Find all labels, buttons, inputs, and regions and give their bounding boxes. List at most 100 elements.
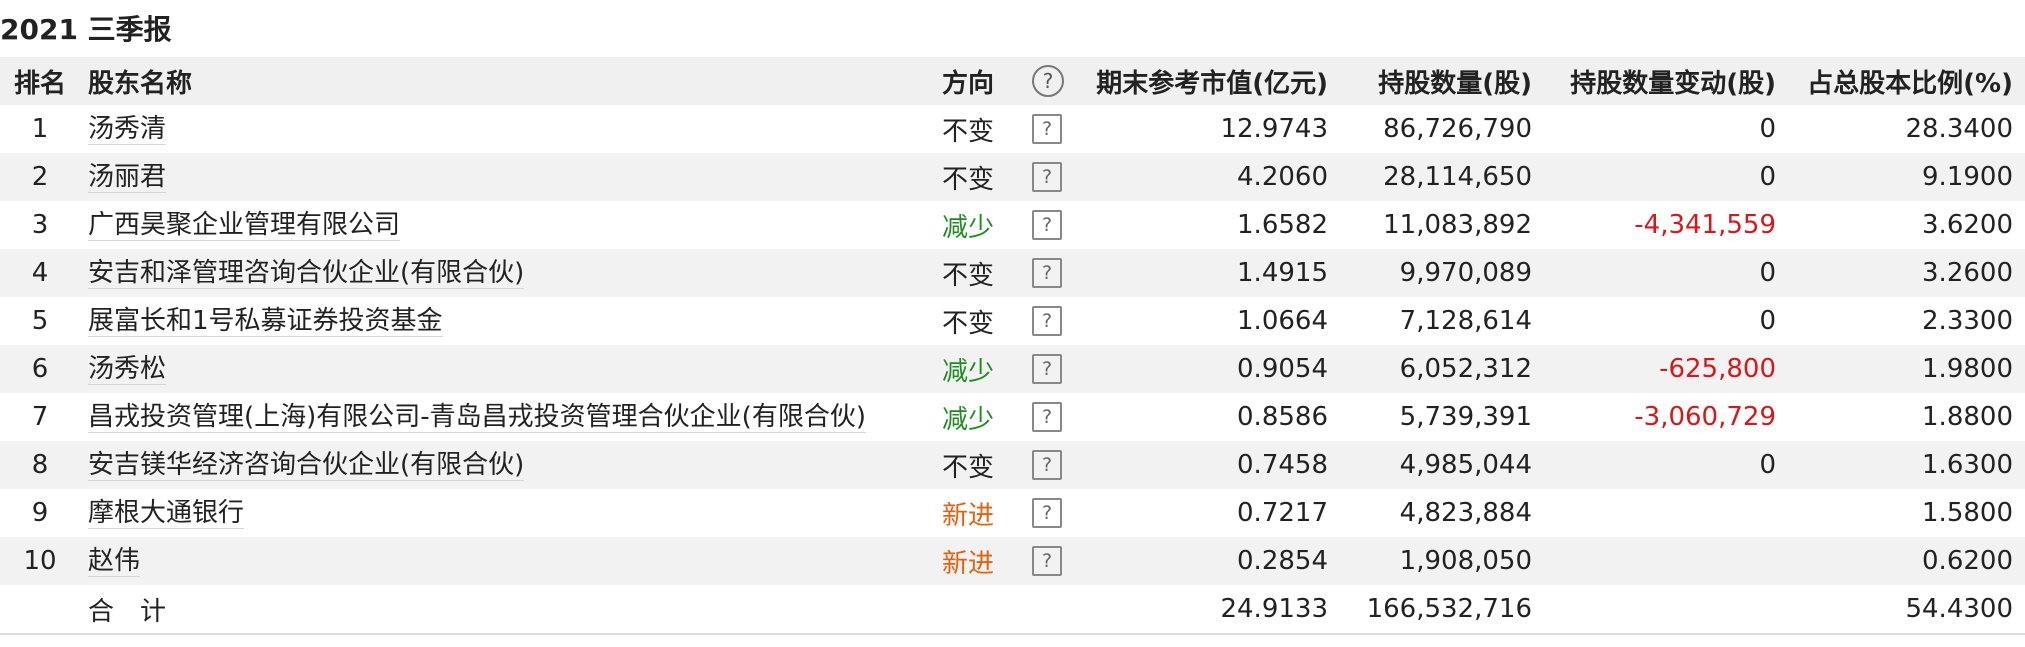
change-cell: 0: [1540, 153, 1784, 201]
holder-name-link[interactable]: 汤秀清: [88, 114, 167, 145]
direction-cell: 不变: [942, 249, 1020, 297]
market-value-cell: 0.7217: [1082, 489, 1340, 537]
shares-cell: 5,739,391: [1340, 393, 1540, 441]
ratio-cell: 1.6300: [1784, 441, 2025, 489]
ratio-cell: 28.3400: [1784, 105, 2025, 153]
market-value-cell: 0.2854: [1082, 537, 1340, 585]
holder-name-link[interactable]: 昌戎投资管理(上海)有限公司-青岛昌戎投资管理合伙企业(有限合伙): [88, 402, 866, 433]
table-row: 3 广西昊聚企业管理有限公司 减少? 1.6582 11,083,892 -4,341,5…: [0, 201, 2025, 249]
holder-name-cell: 广西昊聚企业管理有限公司: [80, 201, 942, 249]
holder-name-cell: 汤秀清: [80, 105, 942, 153]
help-icon[interactable]: ?: [1032, 114, 1062, 145]
shares-cell: 4,823,884: [1340, 489, 1540, 537]
holder-name-cell: 安吉镁华经济咨询合伙企业(有限合伙): [80, 441, 942, 489]
help-icon[interactable]: ?: [1032, 546, 1062, 577]
table-row: 2 汤丽君 不变? 4.2060 28,114,650 0 9.1900: [0, 153, 2025, 201]
direction-cell: 新进: [942, 489, 1020, 537]
total-row: 合 计 24.9133 166,532,716 54.4300: [0, 585, 2025, 635]
help-icon[interactable]: ?: [1032, 402, 1062, 433]
shares-cell: 28,114,650: [1340, 153, 1540, 201]
ratio-cell: 3.2600: [1784, 249, 2025, 297]
help-cell: ?: [1020, 153, 1082, 201]
ratio-cell: 3.6200: [1784, 201, 2025, 249]
holder-name-link[interactable]: 广西昊聚企业管理有限公司: [88, 210, 401, 241]
help-cell: ?: [1020, 537, 1082, 585]
header-rank: 排名: [0, 57, 80, 105]
ratio-cell: 2.3300: [1784, 297, 2025, 345]
rank-cell: 4: [0, 249, 80, 297]
shares-cell: 1,908,050: [1340, 537, 1540, 585]
table-row: 1 汤秀清 不变? 12.9743 86,726,790 0 28.3400: [0, 105, 2025, 153]
help-cell: ?: [1020, 249, 1082, 297]
direction-cell: 减少: [942, 345, 1020, 393]
holder-name-link[interactable]: 安吉和泽管理咨询合伙企业(有限合伙): [88, 258, 525, 289]
holder-name-cell: 安吉和泽管理咨询合伙企业(有限合伙): [80, 249, 942, 297]
shares-cell: 7,128,614: [1340, 297, 1540, 345]
total-label-text: 合 计: [88, 596, 167, 627]
ratio-cell: 1.8800: [1784, 393, 2025, 441]
market-value-cell: 0.7458: [1082, 441, 1340, 489]
help-circle-icon[interactable]: ?: [1032, 65, 1064, 97]
rank-cell: 8: [0, 441, 80, 489]
direction-cell: 不变: [942, 441, 1020, 489]
holder-name-cell: 昌戎投资管理(上海)有限公司-青岛昌戎投资管理合伙企业(有限合伙): [80, 393, 942, 441]
holder-name-cell: 摩根大通银行: [80, 489, 942, 537]
header-help-cell: ?: [1020, 57, 1082, 105]
help-icon[interactable]: ?: [1032, 354, 1062, 385]
help-icon[interactable]: ?: [1032, 210, 1062, 241]
help-icon[interactable]: ?: [1032, 306, 1062, 337]
market-value-cell: 1.4915: [1082, 249, 1340, 297]
help-icon[interactable]: ?: [1032, 450, 1062, 481]
ratio-cell: 1.5800: [1784, 489, 2025, 537]
change-cell: [1540, 537, 1784, 585]
market-value-cell: 0.9054: [1082, 345, 1340, 393]
shares-cell: 6,052,312: [1340, 345, 1540, 393]
direction-cell: 不变: [942, 105, 1020, 153]
holder-name-cell: 汤秀松: [80, 345, 942, 393]
total-rank-cell: [0, 585, 80, 635]
holder-name-cell: 赵伟: [80, 537, 942, 585]
direction-cell: 不变: [942, 153, 1020, 201]
header-direction: 方向: [942, 57, 1020, 105]
change-cell: -3,060,729: [1540, 393, 1784, 441]
direction-cell: 减少: [942, 393, 1020, 441]
rank-cell: 5: [0, 297, 80, 345]
total-shares: 166,532,716: [1340, 585, 1540, 635]
total-direction-cell: [942, 585, 1020, 635]
help-icon[interactable]: ?: [1032, 498, 1062, 529]
holder-name-link[interactable]: 展富长和1号私募证券投资基金: [88, 306, 443, 337]
table-row: 6 汤秀松 减少? 0.9054 6,052,312 -625,800 1.9800: [0, 345, 2025, 393]
table-row: 8 安吉镁华经济咨询合伙企业(有限合伙) 不变? 0.7458 4,985,044 0 1.…: [0, 441, 2025, 489]
shares-cell: 86,726,790: [1340, 105, 1540, 153]
help-icon[interactable]: ?: [1032, 258, 1062, 289]
shares-cell: 11,083,892: [1340, 201, 1540, 249]
total-label: 合 计: [80, 585, 942, 635]
help-cell: ?: [1020, 345, 1082, 393]
ratio-cell: 0.6200: [1784, 537, 2025, 585]
holder-name-link[interactable]: 安吉镁华经济咨询合伙企业(有限合伙): [88, 450, 525, 481]
change-cell: 0: [1540, 105, 1784, 153]
report-title: 2021 三季报: [0, 13, 172, 46]
top-shareholders-table: 排名 股东名称 方向 ? 期末参考市值(亿元) 持股数量(股) 持股数量变动(股…: [0, 57, 2025, 635]
help-cell: ?: [1020, 105, 1082, 153]
holder-name-link[interactable]: 汤丽君: [88, 162, 167, 193]
rank-cell: 6: [0, 345, 80, 393]
ratio-cell: 9.1900: [1784, 153, 2025, 201]
rank-cell: 3: [0, 201, 80, 249]
help-cell: ?: [1020, 201, 1082, 249]
holder-name-link[interactable]: 赵伟: [88, 546, 141, 577]
direction-cell: 减少: [942, 201, 1020, 249]
market-value-cell: 4.2060: [1082, 153, 1340, 201]
help-icon[interactable]: ?: [1032, 162, 1062, 193]
header-shares: 持股数量(股): [1340, 57, 1540, 105]
holder-name-link[interactable]: 汤秀松: [88, 354, 167, 385]
shares-cell: 4,985,044: [1340, 441, 1540, 489]
table-body: 1 汤秀清 不变? 12.9743 86,726,790 0 28.3400 2 汤丽君 不变? 4…: [0, 105, 2025, 635]
header-change: 持股数量变动(股): [1540, 57, 1784, 105]
change-cell: -4,341,559: [1540, 201, 1784, 249]
help-cell: ?: [1020, 441, 1082, 489]
change-cell: [1540, 489, 1784, 537]
holder-name-link[interactable]: 摩根大通银行: [88, 498, 245, 529]
change-cell: 0: [1540, 249, 1784, 297]
direction-cell: 不变: [942, 297, 1020, 345]
